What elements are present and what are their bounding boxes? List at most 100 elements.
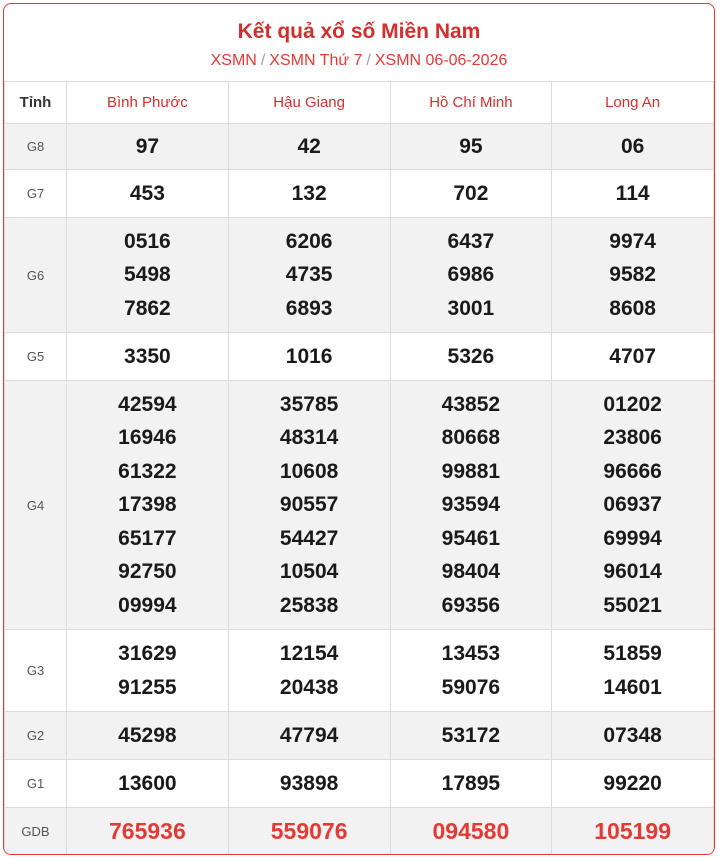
- prize-cell: 132: [227, 169, 391, 218]
- table-row: G4 42594 16946 61322 17398 65177 92750 09994 357…: [4, 380, 714, 630]
- prize-number: 69356: [441, 593, 501, 617]
- results-card: Kết quả xổ số Miền Nam XSMN / XSMN Thứ 7/X…: [3, 3, 715, 855]
- prize-number: 96014: [603, 560, 662, 584]
- prize-cell: 17895: [389, 759, 553, 808]
- prize-cell: 45298: [66, 711, 229, 760]
- prize-number: 01202: [603, 392, 662, 416]
- prize-cell: 51859 14601: [551, 629, 714, 712]
- prize-number: 114: [615, 181, 650, 205]
- prize-cell: 1016: [227, 332, 391, 381]
- special-prize-cell: 765936: [66, 807, 229, 854]
- prize-number: 6206: [285, 229, 333, 253]
- prize-number: 4735: [285, 263, 333, 287]
- prize-cell: 47794: [227, 711, 391, 760]
- table-row: G6 0516 5498 7862 6206 4735 6893 6437 6986 3001 99…: [4, 217, 714, 333]
- prize-cell: 99220: [551, 759, 714, 808]
- prize-number: 4707: [609, 344, 656, 368]
- prize-cell: 31629 91255: [66, 629, 229, 712]
- prize-cell: 5326: [389, 332, 553, 381]
- prize-number: 35785: [279, 392, 339, 416]
- prize-cell: 114: [551, 169, 714, 218]
- prize-number: 8608: [609, 296, 656, 320]
- prize-cell: 3350: [66, 332, 229, 381]
- prize-number: 69994: [603, 526, 662, 550]
- prize-cell: 01202 23806 96666 06937 69994 96014 55021: [551, 380, 714, 630]
- prize-number: 17398: [118, 493, 177, 517]
- breadcrumb-link-xsmn[interactable]: XSMN: [211, 52, 257, 69]
- prize-label: G2: [4, 711, 67, 760]
- breadcrumb-link-weekday[interactable]: XSMN Thứ 7: [269, 52, 362, 69]
- prize-number: 91255: [118, 675, 177, 699]
- prize-number: 93594: [441, 493, 501, 517]
- province-header[interactable]: Bình Phước: [66, 81, 229, 124]
- province-header[interactable]: Hậu Giang: [227, 81, 391, 124]
- prize-number: 453: [129, 181, 165, 205]
- table-row: G8 97 42 95 06: [4, 123, 714, 170]
- prize-label: GDB: [4, 807, 67, 854]
- prize-number: 10504: [279, 560, 339, 584]
- prize-cell: 453: [66, 169, 229, 218]
- prize-label: G1: [4, 759, 67, 808]
- prize-number: 80668: [441, 426, 501, 450]
- province-header[interactable]: Hồ Chí Minh: [389, 81, 553, 124]
- prize-number: 07348: [603, 723, 662, 747]
- prize-cell: 6437 6986 3001: [389, 217, 553, 333]
- prize-number: 7862: [124, 296, 171, 320]
- prize-cell: 07348: [551, 711, 714, 760]
- province-label-header: Tỉnh: [4, 81, 67, 124]
- table-row: G5 3350 1016 5326 4707: [4, 332, 714, 381]
- prize-label: G6: [4, 217, 67, 333]
- prize-cell: 53172: [389, 711, 553, 760]
- prize-number: 06: [620, 134, 645, 158]
- prize-number: 20438: [279, 675, 339, 699]
- results-table: Tỉnh Bình Phước Hậu Giang Hồ Chí Minh Lo…: [4, 81, 714, 854]
- prize-cell: 95: [389, 123, 553, 170]
- results-header: Kết quả xổ số Miền Nam XSMN / XSMN Thứ 7/X…: [4, 4, 714, 81]
- special-prize-cell: 105199: [551, 807, 714, 854]
- prize-number: 12154: [279, 642, 339, 665]
- prize-number: 6893: [285, 296, 333, 320]
- prize-number: 99220: [603, 771, 662, 795]
- prize-number: 93898: [279, 771, 339, 795]
- breadcrumb-link-date[interactable]: XSMN 06-06-2026: [375, 52, 508, 69]
- prize-number: 51859: [603, 642, 662, 665]
- province-header[interactable]: Long An: [551, 81, 714, 124]
- prize-number: 0516: [124, 229, 171, 253]
- prize-number: 09994: [118, 593, 177, 617]
- prize-cell: 42594 16946 61322 17398 65177 92750 09994: [66, 380, 229, 630]
- prize-number: 31629: [118, 642, 177, 665]
- prize-number: 06937: [603, 493, 662, 517]
- special-prize-cell: 094580: [389, 807, 553, 854]
- prize-cell: 12154 20438: [227, 629, 391, 712]
- prize-number: 61322: [118, 459, 177, 483]
- prize-number: 3001: [447, 296, 495, 320]
- prize-number: 43852: [441, 392, 501, 416]
- prize-number: 45298: [118, 723, 177, 747]
- table-row: G2 45298 47794 53172 07348: [4, 711, 714, 760]
- prize-label: G3: [4, 629, 67, 712]
- breadcrumb-separator: /: [366, 52, 371, 69]
- prize-number: 47794: [279, 723, 339, 747]
- prize-number: 90557: [279, 493, 339, 517]
- table-row: GDB 765936 559076 094580 105199: [4, 807, 714, 854]
- prize-number: 3350: [124, 344, 171, 368]
- prize-number: 9974: [609, 229, 656, 253]
- prize-number: 559076: [270, 818, 348, 844]
- prize-number: 10608: [279, 459, 339, 483]
- prize-number: 42: [297, 134, 321, 158]
- prize-number: 98404: [441, 560, 501, 584]
- prize-cell: 06: [551, 123, 714, 170]
- prize-number: 55021: [603, 593, 662, 617]
- prize-number: 59076: [441, 675, 501, 699]
- prize-cell: 0516 5498 7862: [66, 217, 229, 333]
- table-header-row: Tỉnh Bình Phước Hậu Giang Hồ Chí Minh Lo…: [4, 81, 714, 124]
- prize-number: 65177: [118, 526, 177, 550]
- table-row: G1 13600 93898 17895 99220: [4, 759, 714, 808]
- table-row: G3 31629 91255 12154 20438 13453 59076 51859 146…: [4, 629, 714, 712]
- prize-number: 765936: [109, 818, 186, 844]
- prize-number: 702: [453, 181, 489, 205]
- prize-number: 13453: [441, 642, 501, 665]
- prize-number: 17895: [441, 771, 501, 795]
- prize-cell: 13600: [66, 759, 229, 808]
- page-title: Kết quả xổ số Miền Nam: [237, 20, 481, 43]
